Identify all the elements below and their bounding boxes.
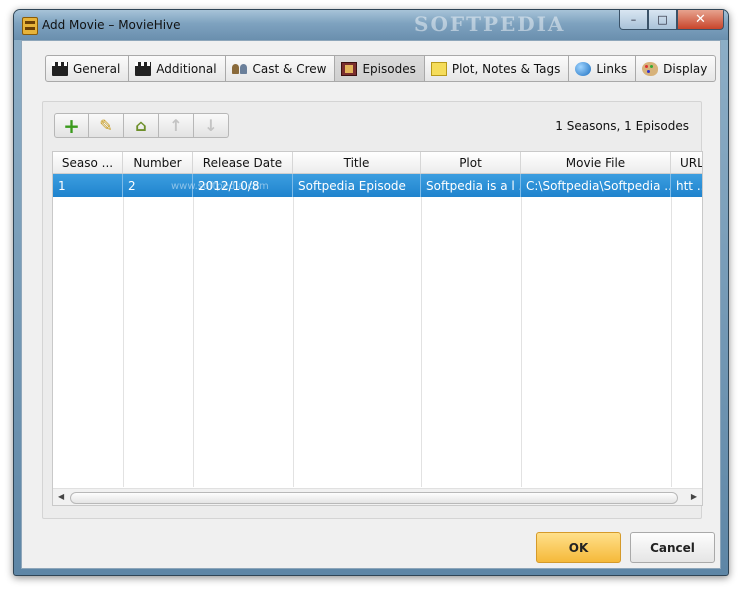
close-button[interactable]: ✕ bbox=[677, 10, 724, 30]
title-watermark: SOFTPEDIA bbox=[414, 12, 566, 36]
clapperboard-icon bbox=[52, 61, 68, 76]
column-header-number[interactable]: Number bbox=[123, 152, 193, 173]
maximize-button[interactable]: □ bbox=[648, 10, 677, 30]
tab-links[interactable]: Links bbox=[569, 55, 637, 82]
minimize-button[interactable]: – bbox=[619, 10, 648, 30]
move-down-button[interactable]: ↓ bbox=[194, 113, 229, 138]
episodes-panel: + ✎ ⌂ ↑ ↓ 1 Seasons, 1 Episodes Seaso ..… bbox=[42, 101, 703, 519]
dialog-body: General Additional Cast & Crew Episodes … bbox=[21, 40, 721, 569]
tab-display[interactable]: Display bbox=[636, 55, 717, 82]
column-divider bbox=[293, 197, 294, 487]
column-header-url[interactable]: URL bbox=[671, 152, 702, 173]
tab-plot-notes-tags[interactable]: Plot, Notes & Tags bbox=[424, 55, 570, 82]
tab-general[interactable]: General bbox=[45, 55, 130, 82]
column-divider bbox=[421, 197, 422, 487]
episodes-summary: 1 Seasons, 1 Episodes bbox=[555, 119, 689, 133]
table-header: Seaso ... Number Release Date Title Plot… bbox=[53, 152, 702, 174]
delete-episode-button[interactable]: ⌂ bbox=[124, 113, 159, 138]
tab-label: Links bbox=[596, 61, 628, 76]
horizontal-scrollbar[interactable]: ◀ ▶ bbox=[53, 488, 702, 505]
tab-episodes[interactable]: Episodes bbox=[335, 55, 425, 82]
add-movie-window: SOFTPEDIA Add Movie – MovieHive – □ ✕ Ge… bbox=[13, 9, 729, 576]
cell-season: 1 bbox=[53, 174, 123, 197]
palette-icon bbox=[642, 61, 659, 76]
cell-movie-file: C:\Softpedia\Softpedia ... bbox=[521, 174, 671, 197]
tab-label: Cast & Crew bbox=[252, 61, 327, 76]
column-divider bbox=[521, 197, 522, 487]
scroll-left-arrow-icon[interactable]: ◀ bbox=[58, 492, 64, 501]
column-divider bbox=[193, 197, 194, 487]
tab-additional[interactable]: Additional bbox=[129, 55, 226, 82]
column-header-movie-file[interactable]: Movie File bbox=[521, 152, 671, 173]
column-header-plot[interactable]: Plot bbox=[421, 152, 521, 173]
cell-title: Softpedia Episode bbox=[293, 174, 421, 197]
tab-label: Episodes bbox=[362, 61, 416, 76]
window-title: Add Movie – MovieHive bbox=[42, 18, 181, 32]
people-icon bbox=[231, 62, 248, 76]
episodes-table[interactable]: Seaso ... Number Release Date Title Plot… bbox=[52, 151, 703, 506]
note-icon bbox=[430, 61, 447, 76]
clapperboard-icon bbox=[135, 61, 152, 76]
table-watermark: www.softpedia.com bbox=[171, 181, 269, 192]
globe-icon bbox=[575, 61, 592, 76]
tab-cast-crew[interactable]: Cast & Crew bbox=[225, 55, 336, 82]
film-icon bbox=[341, 61, 358, 76]
film-reel-icon bbox=[22, 17, 38, 35]
column-divider bbox=[671, 197, 672, 487]
scroll-right-arrow-icon[interactable]: ▶ bbox=[691, 492, 697, 501]
tab-label: General bbox=[73, 61, 121, 76]
table-row[interactable]: 1 2 2012/10/8 Softpedia Episode Softpedi… bbox=[53, 174, 702, 197]
title-bar[interactable]: SOFTPEDIA Add Movie – MovieHive – □ ✕ bbox=[14, 10, 728, 40]
tab-label: Display bbox=[663, 61, 708, 76]
cell-plot: Softpedia is a l ... bbox=[421, 174, 521, 197]
edit-episode-button[interactable]: ✎ bbox=[89, 113, 124, 138]
column-header-season[interactable]: Seaso ... bbox=[53, 152, 123, 173]
move-up-button[interactable]: ↑ bbox=[159, 113, 194, 138]
column-divider bbox=[123, 197, 124, 487]
scrollbar-thumb[interactable] bbox=[70, 492, 678, 504]
window-controls: – □ ✕ bbox=[619, 10, 724, 30]
add-episode-button[interactable]: + bbox=[54, 113, 89, 138]
episodes-toolbar: + ✎ ⌂ ↑ ↓ bbox=[54, 113, 229, 138]
column-header-title[interactable]: Title bbox=[293, 152, 421, 173]
column-header-release-date[interactable]: Release Date bbox=[193, 152, 293, 173]
tab-label: Additional bbox=[156, 61, 217, 76]
cancel-button[interactable]: Cancel bbox=[630, 532, 715, 563]
cell-url: htt ... bbox=[671, 174, 702, 197]
tab-bar: General Additional Cast & Crew Episodes … bbox=[45, 55, 717, 82]
ok-button[interactable]: OK bbox=[536, 532, 621, 563]
tab-label: Plot, Notes & Tags bbox=[451, 61, 561, 76]
